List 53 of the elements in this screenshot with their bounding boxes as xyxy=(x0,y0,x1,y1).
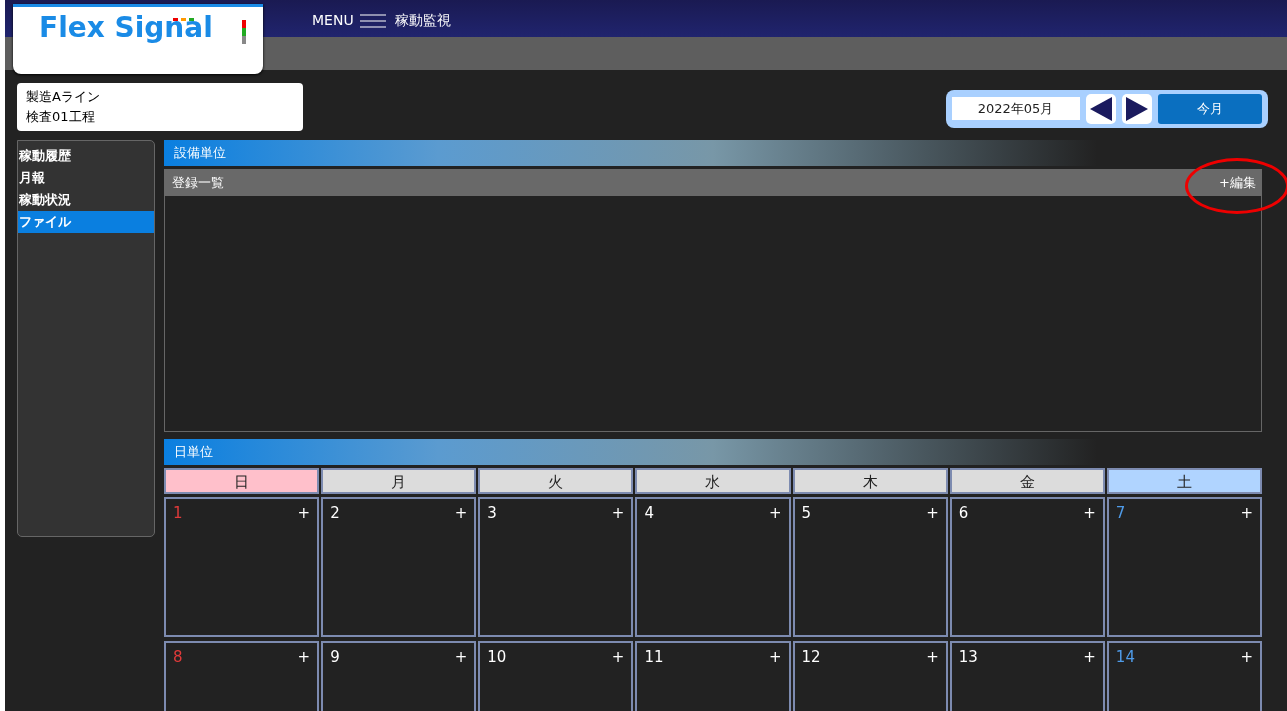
day-number: 13 xyxy=(958,646,978,668)
weekday-header: 金 xyxy=(949,468,1105,494)
add-link[interactable]: + xyxy=(297,645,311,668)
weekday-header: 火 xyxy=(478,468,634,494)
day-number: 10 xyxy=(487,646,507,668)
left-triangle-icon xyxy=(1089,96,1112,121)
logo-text: Flex Signal xyxy=(39,11,213,45)
day-number: 3 xyxy=(487,503,497,525)
add-link[interactable]: + xyxy=(926,645,939,668)
weekday-header: 日 xyxy=(164,468,320,494)
current-month-button[interactable]: 今月 xyxy=(1157,93,1262,124)
weekday-header: 土 xyxy=(1106,468,1262,494)
day-number: 12 xyxy=(801,646,821,668)
add-link[interactable]: + xyxy=(1083,502,1096,525)
day-number: 6 xyxy=(958,503,969,525)
day-number: 14 xyxy=(1115,646,1135,668)
day-number: 2 xyxy=(330,503,340,525)
page-title: 稼動監視 xyxy=(394,11,451,30)
add-link[interactable]: + xyxy=(1240,502,1253,525)
day-number: 4 xyxy=(644,503,654,525)
day-number: 8 xyxy=(173,646,183,668)
location-line: 製造Aライン xyxy=(26,88,101,106)
add-link[interactable]: + xyxy=(611,645,625,668)
day-number: 7 xyxy=(1115,503,1126,525)
weekday-header: 水 xyxy=(635,468,791,494)
add-link[interactable]: + xyxy=(611,502,625,525)
edit-link[interactable]: +編集 xyxy=(1219,173,1256,193)
add-link[interactable]: + xyxy=(1240,645,1253,668)
menu-label[interactable]: MENU xyxy=(312,10,354,31)
list-title: 登録一覧 xyxy=(172,174,224,192)
day-number: 5 xyxy=(801,503,812,525)
sidebar-item[interactable]: 稼動履歴 xyxy=(18,145,154,167)
sidebar-item[interactable]: 稼動状況 xyxy=(18,189,154,211)
previous-month-button[interactable] xyxy=(1085,93,1116,124)
day-number: 9 xyxy=(330,646,340,668)
next-month-button[interactable] xyxy=(1121,93,1152,124)
day-number: 1 xyxy=(173,503,183,525)
sidebar-item[interactable]: 月報 xyxy=(18,167,154,189)
right-triangle-icon xyxy=(1125,96,1148,121)
month-field[interactable]: 2022年05月 xyxy=(951,96,1080,121)
add-link[interactable]: + xyxy=(454,502,468,525)
add-link[interactable]: + xyxy=(297,502,311,525)
weekday-header: 月 xyxy=(321,468,477,494)
add-link[interactable]: + xyxy=(1083,645,1096,668)
day-number: 11 xyxy=(644,646,664,668)
menu-icon[interactable] xyxy=(359,13,386,28)
add-link[interactable]: + xyxy=(769,645,782,668)
add-link[interactable]: + xyxy=(926,502,939,525)
weekday-header: 木 xyxy=(792,468,948,494)
location-line: 検査01工程 xyxy=(26,108,96,126)
add-link[interactable]: + xyxy=(769,502,782,525)
sidebar-item[interactable]: ファイル xyxy=(18,211,154,233)
add-link[interactable]: + xyxy=(454,645,468,668)
